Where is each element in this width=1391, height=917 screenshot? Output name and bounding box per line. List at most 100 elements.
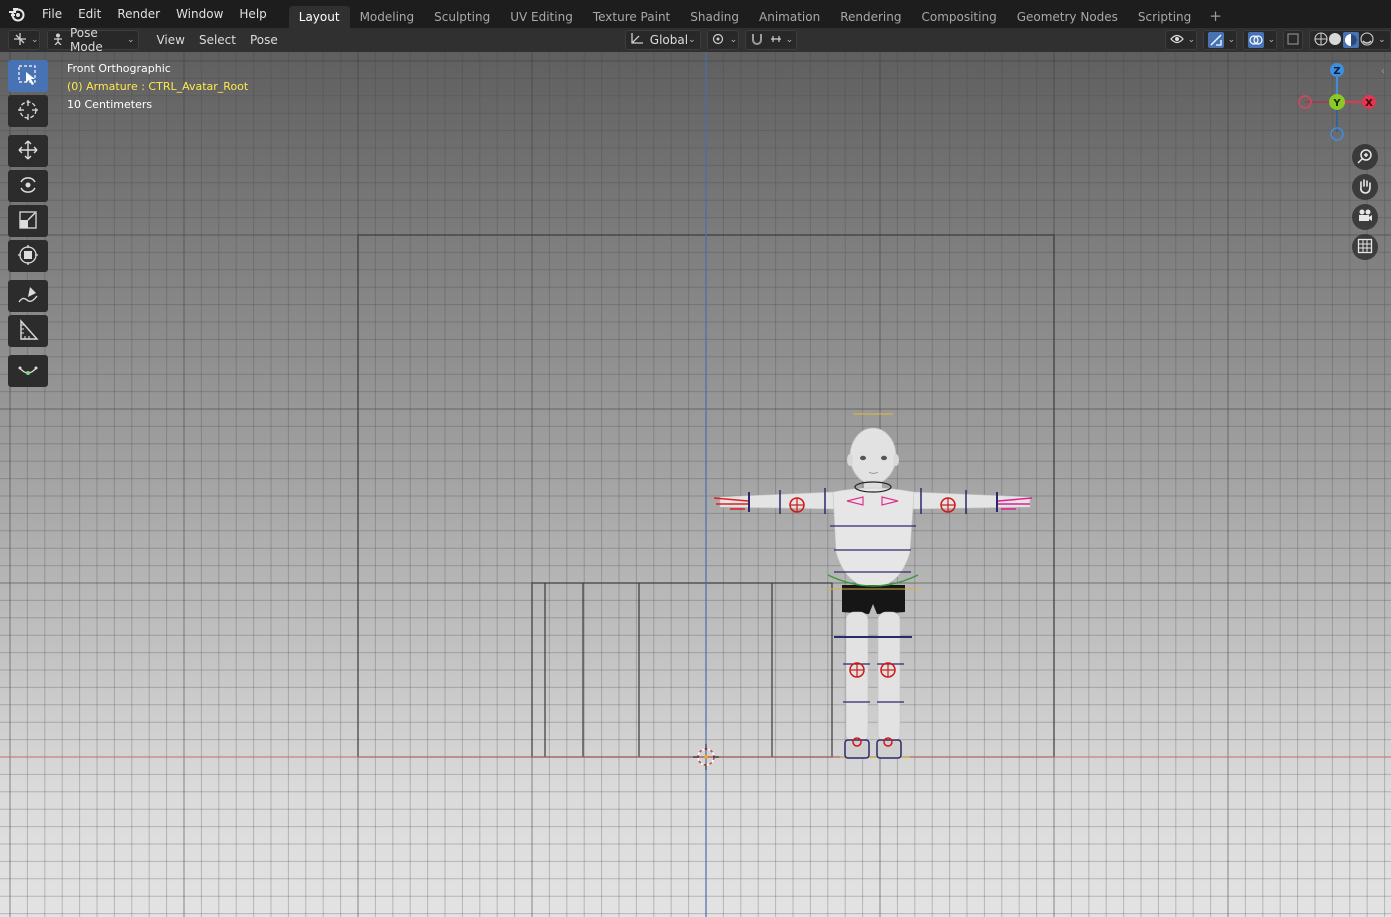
- perspective-toggle-button[interactable]: [1352, 234, 1378, 260]
- overlays-icon: [1247, 32, 1264, 48]
- mode-select[interactable]: Pose Mode ⌄: [47, 26, 140, 54]
- object-info: (0) Armature : CTRL_Avatar_Root: [67, 80, 249, 93]
- camera-icon: [1357, 208, 1373, 227]
- tab-sculpting[interactable]: Sculpting: [424, 6, 500, 28]
- editor-type-icon: [13, 32, 27, 48]
- pan-button[interactable]: [1352, 174, 1378, 200]
- annotate-tool[interactable]: [8, 280, 48, 312]
- view-name: Front Orthographic: [67, 62, 171, 75]
- camera-view-button[interactable]: [1352, 204, 1378, 230]
- menu-help[interactable]: Help: [231, 0, 274, 28]
- chevron-down-icon[interactable]: ⌄: [1378, 35, 1386, 45]
- gizmo-z-label: Z: [1333, 66, 1340, 77]
- gizmo-toggle-button[interactable]: ⌄: [1202, 30, 1237, 50]
- navigation-gizmo[interactable]: Z X Y: [1292, 60, 1382, 146]
- snapping-button[interactable]: ⌄: [744, 30, 797, 50]
- bone-relax-tool[interactable]: [8, 355, 48, 387]
- menu-render[interactable]: Render: [109, 0, 168, 28]
- menu-edit[interactable]: Edit: [70, 0, 109, 28]
- cursor-tool[interactable]: [8, 95, 48, 127]
- rendered-shading-icon[interactable]: [1360, 31, 1374, 49]
- blender-logo-icon[interactable]: [0, 0, 34, 28]
- sidebar-toggle-icon[interactable]: ‹: [1381, 66, 1391, 80]
- scene-objects: [0, 52, 1391, 917]
- material-shading-icon[interactable]: [1343, 32, 1360, 48]
- select-box-tool[interactable]: [8, 60, 48, 92]
- xray-button[interactable]: [1282, 30, 1303, 50]
- gizmo-y-label: Y: [1332, 98, 1341, 109]
- rotate-icon: [17, 174, 39, 199]
- move-tool[interactable]: [8, 135, 48, 167]
- snap-increment-icon: [770, 33, 782, 48]
- menu-view[interactable]: View: [149, 30, 191, 50]
- tab-texture-paint[interactable]: Texture Paint: [583, 6, 680, 28]
- bone-relax-icon: [17, 359, 39, 384]
- chevron-down-icon: ⌄: [31, 35, 39, 45]
- character-mesh[interactable]: [719, 427, 1031, 759]
- tab-shading[interactable]: Shading: [680, 6, 749, 28]
- chevron-down-icon: ⌄: [785, 35, 794, 45]
- overlays-button[interactable]: ⌄: [1242, 30, 1277, 50]
- scale-icon: [17, 209, 39, 234]
- pivot-icon: [712, 32, 726, 49]
- tab-geometry-nodes[interactable]: Geometry Nodes: [1007, 6, 1128, 28]
- 3d-viewport[interactable]: Front Orthographic (0) Armature : CTRL_A…: [0, 52, 1391, 917]
- top-menu-bar: File Edit Render Window Help Layout Mode…: [0, 0, 1391, 28]
- chevron-down-icon: ⌄: [688, 35, 696, 45]
- grid-icon: [1357, 238, 1373, 257]
- zoom-button[interactable]: [1352, 144, 1378, 170]
- viewport-info: Front Orthographic (0) Armature : CTRL_A…: [67, 60, 248, 114]
- scale-tool[interactable]: [8, 205, 48, 237]
- tab-layout[interactable]: Layout: [288, 6, 350, 28]
- gizmo-x-label: X: [1365, 98, 1373, 109]
- grid-scale: 10 Centimeters: [67, 98, 153, 111]
- pose-mode-icon: [52, 33, 64, 48]
- chevron-down-icon: ⌄: [126, 35, 135, 45]
- measure-icon: [17, 318, 39, 344]
- orientation-icon: [630, 32, 644, 48]
- transform-orientation-select[interactable]: Global ⌄: [624, 30, 701, 50]
- tab-rendering[interactable]: Rendering: [830, 6, 911, 28]
- back-wall-objects[interactable]: [531, 582, 833, 758]
- transform-icon: [17, 244, 39, 269]
- pan-hand-icon: [1357, 178, 1373, 197]
- tab-uv-editing[interactable]: UV Editing: [500, 6, 583, 28]
- chevron-down-icon: ⌄: [1227, 35, 1236, 45]
- zoom-icon: [1357, 148, 1373, 167]
- menu-file[interactable]: File: [34, 0, 70, 28]
- select-box-icon: [17, 64, 39, 89]
- menu-pose[interactable]: Pose: [243, 30, 285, 50]
- editor-type-button[interactable]: ⌄: [8, 30, 40, 50]
- solid-shading-icon[interactable]: [1328, 32, 1342, 49]
- tab-animation[interactable]: Animation: [749, 6, 830, 28]
- orientation-label: Global: [649, 33, 689, 47]
- transform-tool[interactable]: [8, 240, 48, 272]
- pivot-point-button[interactable]: ⌄: [706, 30, 739, 50]
- workspace-tabs: Layout Modeling Sculpting UV Editing Tex…: [288, 0, 1230, 28]
- annotate-icon: [17, 284, 39, 309]
- wireframe-shading-icon[interactable]: [1314, 31, 1328, 49]
- tab-modeling[interactable]: Modeling: [350, 6, 425, 28]
- rotate-tool[interactable]: [8, 170, 48, 202]
- 3d-cursor-icon[interactable]: [693, 744, 719, 770]
- tab-compositing[interactable]: Compositing: [911, 6, 1006, 28]
- cursor-icon: [17, 99, 39, 124]
- viewport-header: ⌄ Pose Mode ⌄ View Select Pose Global ⌄ …: [0, 26, 1391, 54]
- menu-select[interactable]: Select: [192, 30, 243, 50]
- menu-window[interactable]: Window: [168, 0, 231, 28]
- shading-modes: ⌄: [1308, 30, 1391, 50]
- measure-tool[interactable]: [8, 315, 48, 347]
- add-workspace-icon[interactable]: +: [1201, 7, 1230, 25]
- visibility-button[interactable]: ⌄: [1164, 30, 1197, 50]
- snap-magnet-icon: [750, 32, 764, 49]
- mode-label: Pose Mode: [70, 26, 103, 54]
- chevron-down-icon: ⌄: [729, 35, 738, 45]
- tool-shelf: [8, 60, 50, 390]
- chevron-down-icon: ⌄: [1267, 35, 1276, 45]
- chevron-down-icon: ⌄: [1187, 35, 1196, 45]
- eye-icon: [1169, 33, 1184, 47]
- tab-scripting[interactable]: Scripting: [1128, 6, 1201, 28]
- move-icon: [17, 139, 39, 164]
- gizmo-icon: [1207, 32, 1224, 48]
- xray-icon: [1287, 32, 1299, 48]
